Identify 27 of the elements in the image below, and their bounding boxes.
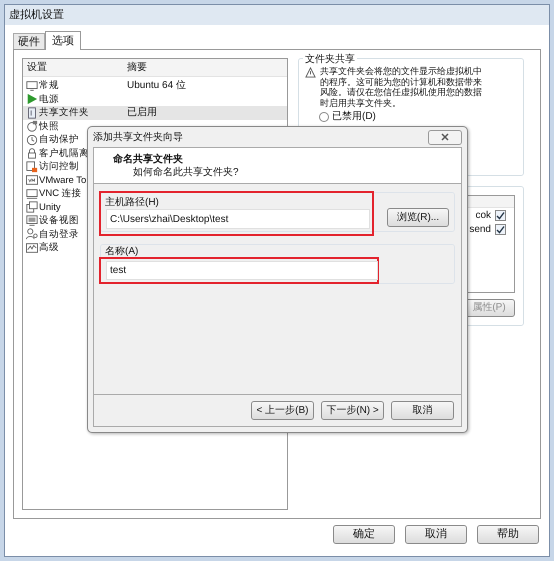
warning-text: 共享文件夹会将您的文件显示给虚拟机中的程序。这可能为您的计算机和数据带来风险。请仅在您信任虚拟机使用您的数据时启用共享文件夹。 [320,66,483,108]
wizard-heading: 命名共享文件夹 [113,153,184,166]
setting-name: 高级 [39,243,59,252]
setting-name: VNC 连接 [39,189,82,198]
radio-label: 已禁用(D) [332,110,376,124]
setting-name: 电源 [39,94,59,104]
setting-name: VMware To [39,176,86,185]
setting-name: 访问控制 [39,162,79,172]
setting-summary: Ubuntu 64 位 [126,80,186,91]
setting-name: 常规 [39,81,59,90]
setting-name: 共享文件夹 [39,108,89,118]
wizard-subheading: 如何命名此共享文件夹? [132,166,240,179]
setting-name: Unity [39,202,61,212]
setting-name: 设备视图 [39,216,79,226]
folder-name: send [469,222,491,236]
group-title: 文件夹共享 [303,52,357,67]
window-title: 虚拟机设置 [9,8,64,23]
setting-summary: 已启用 [126,108,157,118]
column-header: 设置 [26,60,48,75]
folder-name: cok [475,208,491,222]
field-label: 名称(A) [105,246,138,257]
dialog-title: 添加共享文件夹向导 [93,130,183,144]
column-header: 摘要 [126,60,147,75]
field-label: 主机路径(H) [105,196,159,210]
setting-name: 快照 [39,122,59,131]
setting-name: 自动保护 [39,135,79,144]
setting-name: 自动登录 [39,230,79,239]
